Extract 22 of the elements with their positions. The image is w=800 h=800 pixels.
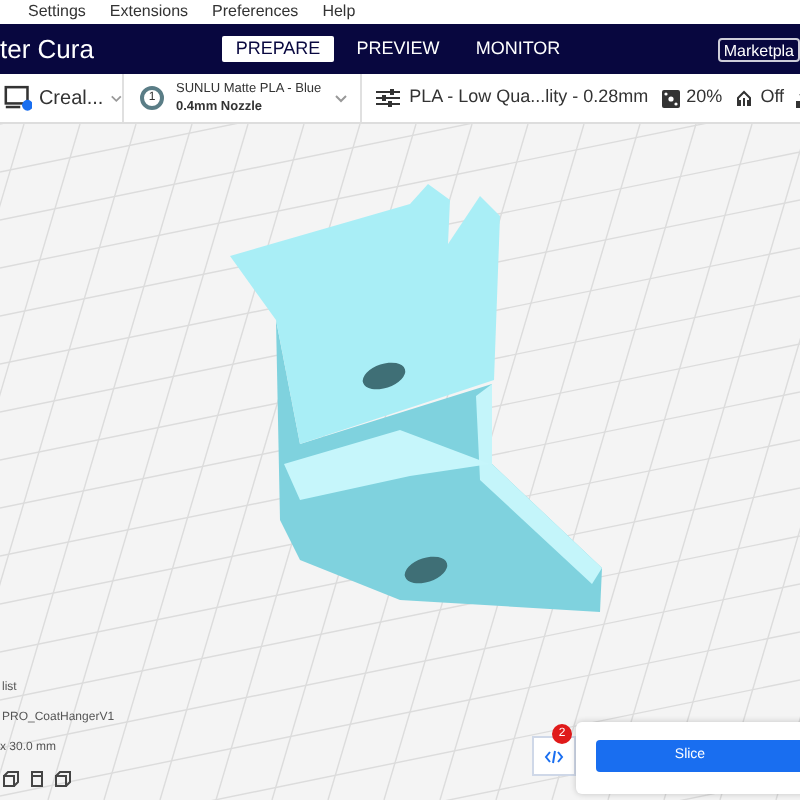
chevron-down-icon (333, 93, 348, 103)
code-view-button[interactable] (532, 736, 576, 776)
cube-icon[interactable] (2, 770, 20, 788)
print-settings-selector[interactable]: PLA - Low Qua...lity - 0.28mm 20% Off (361, 74, 800, 122)
app-title: ter Cura (0, 31, 96, 68)
menu-item[interactable]: Preferences (212, 0, 299, 24)
cube-icon[interactable] (28, 770, 46, 788)
menu-item[interactable]: Settings (28, 0, 86, 24)
printer-icon (4, 84, 33, 112)
tab[interactable]: MONITOR (462, 36, 574, 62)
tab[interactable]: PREPARE (222, 36, 334, 62)
chevron-down-icon (109, 93, 122, 103)
code-icon (544, 749, 564, 763)
printer-selector[interactable]: Creal... (0, 74, 124, 122)
menu-item[interactable]: Help (322, 0, 356, 24)
marketplace-button[interactable]: Marketpla (717, 37, 800, 61)
tab[interactable]: PREVIEW (342, 36, 454, 62)
sliders-icon (375, 88, 400, 108)
infill-icon (662, 89, 681, 107)
cube-icon[interactable] (54, 770, 72, 788)
support-icon (734, 88, 755, 108)
menu-item[interactable]: Extensions (109, 0, 189, 24)
